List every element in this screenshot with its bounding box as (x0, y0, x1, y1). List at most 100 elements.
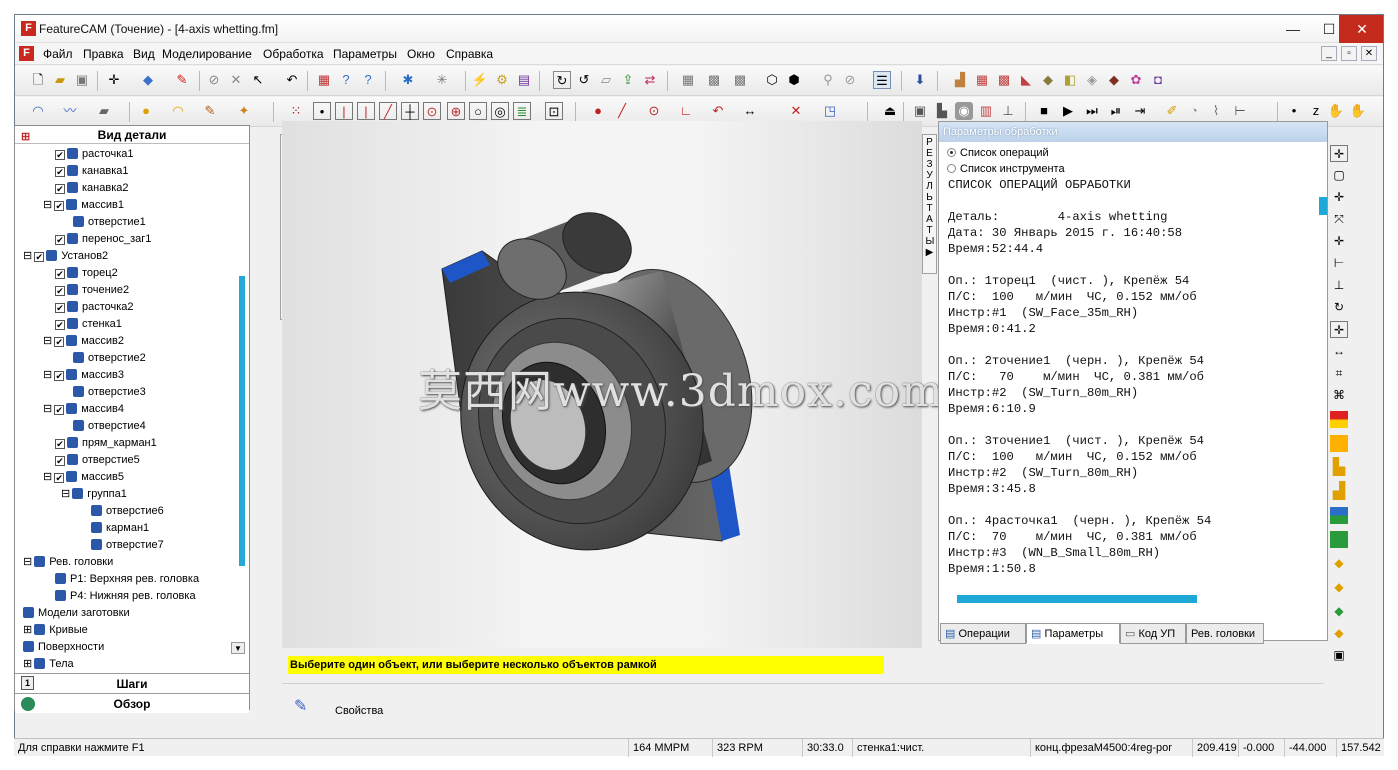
tree-item[interactable]: отверстие7 (91, 537, 164, 554)
circle-double-icon[interactable]: ◎ (491, 102, 509, 120)
mdi-restore-icon[interactable]: ▫ (1341, 46, 1357, 61)
results-side-tab[interactable]: РЕЗУЛЬТАТЫ ▶ (922, 134, 937, 274)
tree-item[interactable]: ✔ прям_карман1 (55, 435, 157, 452)
tree-item[interactable]: ✔ перенос_заг1 (55, 231, 151, 248)
tree-item[interactable]: ✔ стенка1 (55, 316, 122, 333)
tree-item[interactable]: Модели заготовки (23, 605, 130, 622)
graph-icon[interactable]: ⌇ (1207, 102, 1225, 120)
step-over-icon[interactable]: ⇥ (1131, 102, 1149, 120)
eject-icon[interactable]: ⏏ (881, 102, 899, 120)
tree-expander-icon[interactable]: ⊟ (23, 556, 32, 568)
color-view-2-icon[interactable] (1330, 435, 1348, 452)
tree-item[interactable]: P1: Верхняя рев. головка (55, 571, 199, 588)
rotate-icon[interactable]: ↺ (575, 71, 593, 89)
tree-checkbox[interactable]: ✔ (34, 252, 45, 262)
tree-expander-icon[interactable]: ⊞ (23, 624, 32, 636)
simulate-icon[interactable]: ⚙ (493, 71, 511, 89)
offset-icon[interactable]: ◳ (821, 102, 839, 120)
tree-item[interactable]: ⊟ ✔ массив5 (43, 469, 124, 486)
tree-item[interactable]: отверстие2 (73, 350, 146, 367)
select-view-icon[interactable]: ✛ (1330, 145, 1348, 162)
machine6-icon[interactable]: ◧ (1061, 71, 1079, 89)
front-view-icon[interactable]: ✛ (1330, 233, 1348, 250)
tree-expander-icon[interactable]: ⊟ (43, 471, 52, 483)
tree-item[interactable]: отверстие4 (73, 418, 146, 435)
cut-off-icon[interactable]: ⊘ (841, 71, 859, 89)
grid2-icon[interactable]: ▩ (705, 71, 723, 89)
doc-icon[interactable]: F (19, 46, 34, 61)
tree-item[interactable]: ✔ канавка1 (55, 163, 129, 180)
tree-item[interactable]: ⊞ Кривые (23, 622, 88, 639)
tree-expander-icon[interactable]: ⊟ (23, 250, 32, 262)
color-view-5-icon[interactable] (1330, 507, 1348, 524)
point-icon[interactable]: • (313, 102, 331, 120)
diagonal-icon[interactable]: ╱ (379, 102, 397, 120)
arc-red-icon[interactable]: ↶ (709, 102, 727, 120)
zoom-z-icon[interactable]: z (1307, 102, 1325, 120)
rotate-view-icon[interactable]: ↻ (1330, 299, 1348, 316)
refresh-icon[interactable]: ↻ (553, 71, 571, 89)
minimize-icon[interactable]: — (1275, 15, 1311, 43)
stock-icon[interactable]: ▙ (933, 102, 951, 120)
tools-list-radio[interactable]: Список инструмента (947, 162, 1065, 176)
tree-checkbox[interactable]: ✔ (54, 337, 65, 347)
frame-icon[interactable]: ▣ (1330, 647, 1348, 664)
tree-expander-icon[interactable]: ⊟ (43, 403, 52, 415)
arc-icon[interactable]: ◠ (29, 102, 47, 120)
toolpath-icon[interactable]: ⚡ (471, 71, 489, 89)
select-cross-icon[interactable]: ✛ (105, 71, 123, 89)
tree-checkbox[interactable]: ✔ (55, 303, 65, 313)
circle-cross-icon[interactable]: ⊕ (447, 102, 465, 120)
tree-item[interactable]: ✔ канавка2 (55, 180, 129, 197)
machine2-icon[interactable]: ▦ (973, 71, 991, 89)
arrow-green-icon[interactable]: ⇪ (619, 71, 637, 89)
fit-view-icon[interactable]: ⌗ (1330, 365, 1348, 382)
tab-operations[interactable]: ▤ Операции (940, 623, 1026, 644)
machine5-icon[interactable]: ◆ (1039, 71, 1057, 89)
vline2-icon[interactable]: | (357, 102, 375, 120)
arrows-icon[interactable]: ⇄ (641, 71, 659, 89)
tree-item[interactable]: отверстие3 (73, 384, 146, 401)
solid-view-4-icon[interactable]: ◆ (1330, 625, 1348, 642)
vline-icon[interactable]: | (335, 102, 353, 120)
pencil-icon[interactable]: ✐ (1163, 102, 1181, 120)
menu-file[interactable]: Файл (43, 47, 73, 61)
circle-outline-icon[interactable]: ○ (469, 102, 487, 120)
help-query-icon[interactable]: ? (337, 71, 355, 89)
tree-checkbox[interactable]: ✔ (55, 235, 65, 245)
cube-solid-icon[interactable]: ⬢ (785, 71, 803, 89)
tree-checkbox[interactable]: ✔ (55, 286, 65, 296)
tree-expander-icon[interactable]: ⊞ (23, 658, 32, 670)
zoom-box-icon[interactable]: ⌘ (1330, 387, 1348, 404)
overview-bar[interactable]: Обзор (15, 693, 249, 713)
tree-item[interactable]: ✔ расточка2 (55, 299, 134, 316)
dot-small-icon[interactable]: • (1285, 102, 1303, 120)
cube-icon[interactable]: ⬡ (763, 71, 781, 89)
menu-modeling[interactable]: Моделирование (162, 47, 252, 61)
feature-edit-icon[interactable]: ✳ (433, 71, 451, 89)
tree-checkbox[interactable]: ✔ (55, 456, 65, 466)
tree-expander-icon[interactable]: ⊟ (61, 488, 70, 500)
menu-parameters[interactable]: Параметры (333, 47, 397, 61)
gauge-icon[interactable]: ◔ (1185, 102, 1203, 120)
tree-item[interactable]: Поверхности (23, 639, 104, 656)
tree-checkbox[interactable]: ✔ (55, 150, 65, 160)
tree-checkbox[interactable]: ✔ (55, 269, 65, 279)
machine9-icon[interactable]: ✿ (1127, 71, 1145, 89)
solid-view-2-icon[interactable]: ◆ (1330, 579, 1348, 596)
menu-help[interactable]: Справка (446, 47, 493, 61)
undo-icon[interactable]: ↶ (283, 71, 301, 89)
tree-checkbox[interactable]: ✔ (54, 371, 65, 381)
box-view-icon[interactable]: ▢ (1330, 167, 1348, 184)
tree-item[interactable]: ✔ точение2 (55, 282, 129, 299)
tree-expander-icon[interactable]: ⊟ (43, 369, 52, 381)
ops-list-radio[interactable]: Список операций (947, 146, 1049, 160)
properties-icon[interactable]: ✎ (294, 696, 307, 716)
tree-item[interactable]: карман1 (91, 520, 149, 537)
menu-edit[interactable]: Правка (83, 47, 124, 61)
mdi-minimize-icon[interactable]: _ (1321, 46, 1337, 61)
hat-icon[interactable]: ◠ (169, 102, 187, 120)
calculator-icon[interactable]: ▦ (315, 71, 333, 89)
tree-item[interactable]: ✔ отверстие5 (55, 452, 140, 469)
tree-item[interactable]: P4: Нижняя рев. головка (55, 588, 196, 605)
